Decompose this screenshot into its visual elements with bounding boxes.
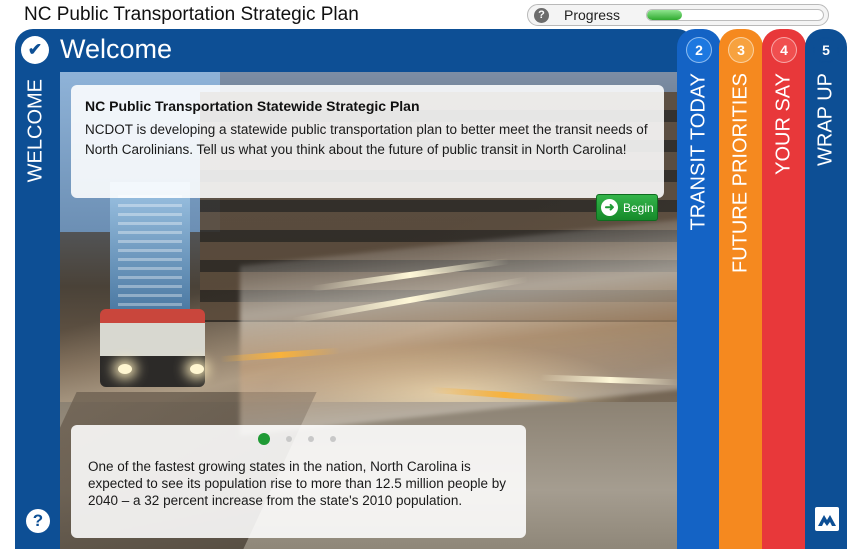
tab-number: 2: [686, 37, 712, 63]
carousel-dots: [258, 433, 336, 445]
intro-card: NC Public Transportation Statewide Strat…: [71, 85, 664, 221]
help-icon[interactable]: ?: [26, 509, 50, 533]
tab-number: 4: [771, 37, 797, 63]
tab-future-priorities[interactable]: 3 FUTURE PRIORITIES: [719, 29, 763, 549]
bus-image: [100, 309, 205, 387]
arrow-right-icon: ➜: [601, 199, 618, 216]
begin-button-label: Begin: [623, 200, 654, 215]
carousel-dot[interactable]: [286, 436, 292, 442]
tab-number: 5: [813, 37, 839, 63]
tab-label: TRANSIT TODAY: [687, 73, 710, 231]
tab-label: WRAP UP: [814, 73, 837, 166]
welcome-panel: ✔ Welcome WELCOME ? NC Public Transporta…: [15, 29, 695, 549]
intro-card-body: NCDOT is developing a statewide public t…: [85, 122, 648, 157]
progress-bar: [646, 9, 824, 21]
progress-help-icon[interactable]: ?: [534, 8, 549, 23]
progress-panel: ? Progress: [527, 4, 829, 26]
welcome-side-label: WELCOME: [24, 79, 47, 183]
progress-bar-fill: [647, 10, 683, 20]
carousel-dot[interactable]: [258, 433, 270, 445]
tab-number: 3: [728, 37, 754, 63]
progress-label: Progress: [564, 7, 621, 23]
tab-wrap-up[interactable]: 5 WRAP UP: [805, 29, 847, 549]
brand-logo-icon: [815, 507, 839, 531]
app-title: NC Public Transportation Strategic Plan: [24, 4, 359, 25]
check-icon: ✔: [21, 36, 49, 64]
intro-card-title: NC Public Transportation Statewide Strat…: [85, 98, 420, 114]
tab-transit-today[interactable]: 2 TRANSIT TODAY: [677, 29, 721, 549]
carousel-dot[interactable]: [330, 436, 336, 442]
welcome-side-tab[interactable]: WELCOME: [18, 79, 54, 279]
hero-photo: NC Public Transportation Statewide Strat…: [60, 72, 690, 549]
carousel-dot[interactable]: [308, 436, 314, 442]
begin-button[interactable]: ➜ Begin: [596, 194, 658, 221]
tab-your-say[interactable]: 4 YOUR SAY: [762, 29, 806, 549]
page-title: Welcome: [60, 34, 173, 64]
fact-card-text: One of the fastest growing states in the…: [88, 459, 507, 508]
tab-label: YOUR SAY: [772, 73, 795, 175]
tab-label: FUTURE PRIORITIES: [729, 73, 752, 274]
